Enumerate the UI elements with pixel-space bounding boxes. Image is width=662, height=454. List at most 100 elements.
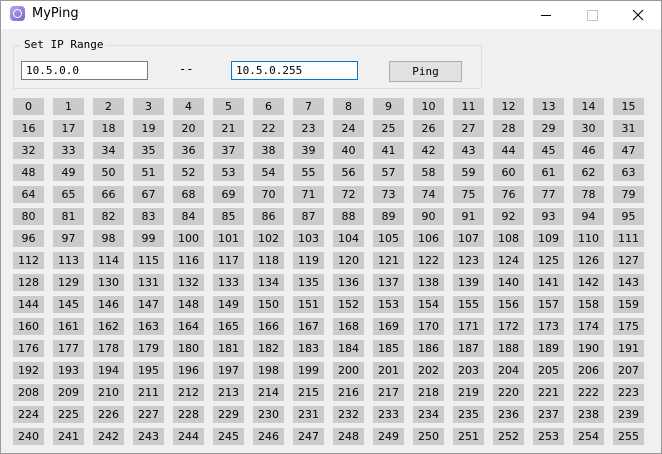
host-cell: 26: [413, 120, 444, 137]
start-ip-input[interactable]: [21, 61, 148, 80]
host-cell: 181: [213, 340, 244, 357]
host-cell: 232: [333, 406, 364, 423]
host-cell: 65: [53, 186, 84, 203]
host-cell: 108: [493, 230, 524, 247]
host-cell: 204: [493, 362, 524, 379]
maximize-icon: [586, 9, 598, 21]
host-cell: 172: [493, 318, 524, 335]
host-cell: 223: [613, 384, 644, 401]
host-cell: 143: [613, 274, 644, 291]
host-cell: 174: [573, 318, 604, 335]
host-cell: 59: [453, 164, 484, 181]
host-cell: 13: [533, 98, 564, 115]
host-cell: 137: [373, 274, 404, 291]
host-cell: 22: [253, 120, 284, 137]
host-cell: 151: [293, 296, 324, 313]
host-cell: 191: [613, 340, 644, 357]
host-cell: 243: [133, 428, 164, 445]
host-cell: 206: [573, 362, 604, 379]
host-cell: 207: [613, 362, 644, 379]
host-cell: 142: [573, 274, 604, 291]
host-cell: 25: [373, 120, 404, 137]
host-cell: 43: [453, 142, 484, 159]
host-cell: 27: [453, 120, 484, 137]
host-cell: 20: [173, 120, 204, 137]
host-cell: 53: [213, 164, 244, 181]
title-bar[interactable]: MyPing: [1, 1, 661, 29]
host-cell: 69: [213, 186, 244, 203]
host-cell: 169: [373, 318, 404, 335]
host-cell: 203: [453, 362, 484, 379]
end-ip-input[interactable]: [231, 61, 358, 80]
close-button[interactable]: [615, 1, 661, 29]
ping-button[interactable]: Ping: [389, 61, 462, 82]
host-cell: 50: [93, 164, 124, 181]
host-cell: 163: [133, 318, 164, 335]
host-cell: 5: [213, 98, 244, 115]
host-cell: 254: [573, 428, 604, 445]
host-cell: 122: [413, 252, 444, 269]
host-cell: 21: [213, 120, 244, 137]
host-cell: 52: [173, 164, 204, 181]
host-cell: 146: [93, 296, 124, 313]
host-cell: 129: [53, 274, 84, 291]
host-cell: 246: [253, 428, 284, 445]
host-cell: 149: [213, 296, 244, 313]
host-cell: 95: [613, 208, 644, 225]
host-cell: 97: [53, 230, 84, 247]
host-cell: 76: [493, 186, 524, 203]
host-cell: 224: [13, 406, 44, 423]
host-cell: 210: [93, 384, 124, 401]
host-cell: 165: [213, 318, 244, 335]
host-cell: 242: [93, 428, 124, 445]
host-cell: 168: [333, 318, 364, 335]
host-cell: 56: [333, 164, 364, 181]
host-cell: 40: [333, 142, 364, 159]
host-cell: 93: [533, 208, 564, 225]
host-cell: 167: [293, 318, 324, 335]
host-cell: 74: [413, 186, 444, 203]
host-cell: 73: [373, 186, 404, 203]
host-cell: 213: [213, 384, 244, 401]
host-cell: 47: [613, 142, 644, 159]
host-cell: 2: [93, 98, 124, 115]
host-cell: 199: [293, 362, 324, 379]
host-cell: 6: [253, 98, 284, 115]
host-cell: 105: [373, 230, 404, 247]
host-cell: 31: [613, 120, 644, 137]
host-cell: 133: [213, 274, 244, 291]
host-cell: 111: [613, 230, 644, 247]
host-cell: 188: [493, 340, 524, 357]
host-cell: 86: [253, 208, 284, 225]
host-cell: 135: [293, 274, 324, 291]
host-cell: 49: [53, 164, 84, 181]
host-cell: 154: [413, 296, 444, 313]
host-cell: 38: [253, 142, 284, 159]
minimize-button[interactable]: [523, 1, 569, 29]
host-cell: 215: [293, 384, 324, 401]
host-cell: 136: [333, 274, 364, 291]
host-cell: 189: [533, 340, 564, 357]
host-cell: 192: [13, 362, 44, 379]
host-cell: 164: [173, 318, 204, 335]
host-cell: 221: [533, 384, 564, 401]
host-cell: 72: [333, 186, 364, 203]
host-cell: 186: [413, 340, 444, 357]
host-cell: 104: [333, 230, 364, 247]
host-cell: 240: [13, 428, 44, 445]
host-cell: 144: [13, 296, 44, 313]
host-cell: 147: [133, 296, 164, 313]
host-cell: 126: [573, 252, 604, 269]
host-cell: 155: [453, 296, 484, 313]
host-cell: 253: [533, 428, 564, 445]
host-cell: 161: [53, 318, 84, 335]
host-cell: 82: [93, 208, 124, 225]
host-cell: 70: [253, 186, 284, 203]
host-cell: 1: [53, 98, 84, 115]
host-cell: 226: [93, 406, 124, 423]
host-cell: 116: [173, 252, 204, 269]
host-cell: 130: [93, 274, 124, 291]
host-cell: 159: [613, 296, 644, 313]
host-cell: 196: [173, 362, 204, 379]
maximize-button[interactable]: [569, 1, 615, 29]
